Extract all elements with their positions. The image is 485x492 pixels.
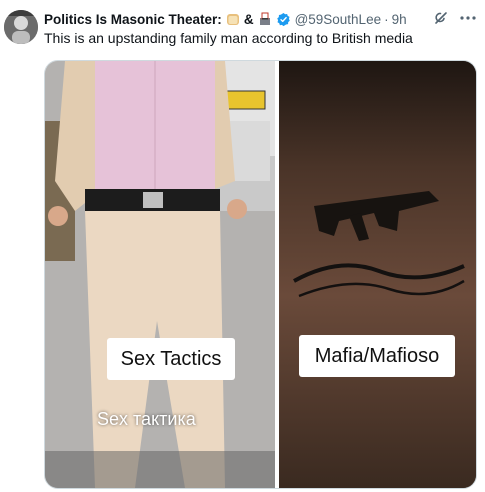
tweet-header: Politics Is Masonic Theater: & @59SouthL… [44, 9, 407, 29]
ballot-box-emoji-icon [258, 12, 272, 26]
verified-badge-icon [276, 12, 291, 27]
tweet-text: This is an upstanding family man accordi… [44, 30, 413, 46]
display-name[interactable]: Politics Is Masonic Theater: [44, 12, 222, 27]
left-subcaption: Sex тактика [97, 409, 196, 429]
tweet: Politics Is Masonic Theater: & @59SouthL… [0, 0, 485, 492]
bread-emoji-icon [226, 12, 240, 26]
avatar[interactable] [4, 10, 38, 44]
media-left-image[interactable]: Sex Tactics Sex тактика [45, 61, 275, 488]
timestamp[interactable]: 9h [392, 12, 407, 27]
right-caption-label: Mafia/Mafioso [299, 335, 455, 377]
top-actions [433, 10, 477, 26]
media-right-image[interactable]: Mafia/Mafioso [279, 61, 476, 488]
user-handle[interactable]: @59SouthLee [295, 12, 382, 27]
more-icon[interactable] [459, 10, 477, 26]
separator-dot: · [384, 11, 389, 27]
media-grid[interactable]: Sex Tactics Sex тактика Mafia/Mafioso [44, 60, 477, 489]
left-caption-label: Sex Tactics [107, 338, 235, 380]
grok-icon[interactable] [433, 10, 449, 26]
neck-tattoo-photo [279, 61, 476, 488]
avatar-image [4, 10, 38, 44]
name-ampersand: & [243, 11, 254, 27]
